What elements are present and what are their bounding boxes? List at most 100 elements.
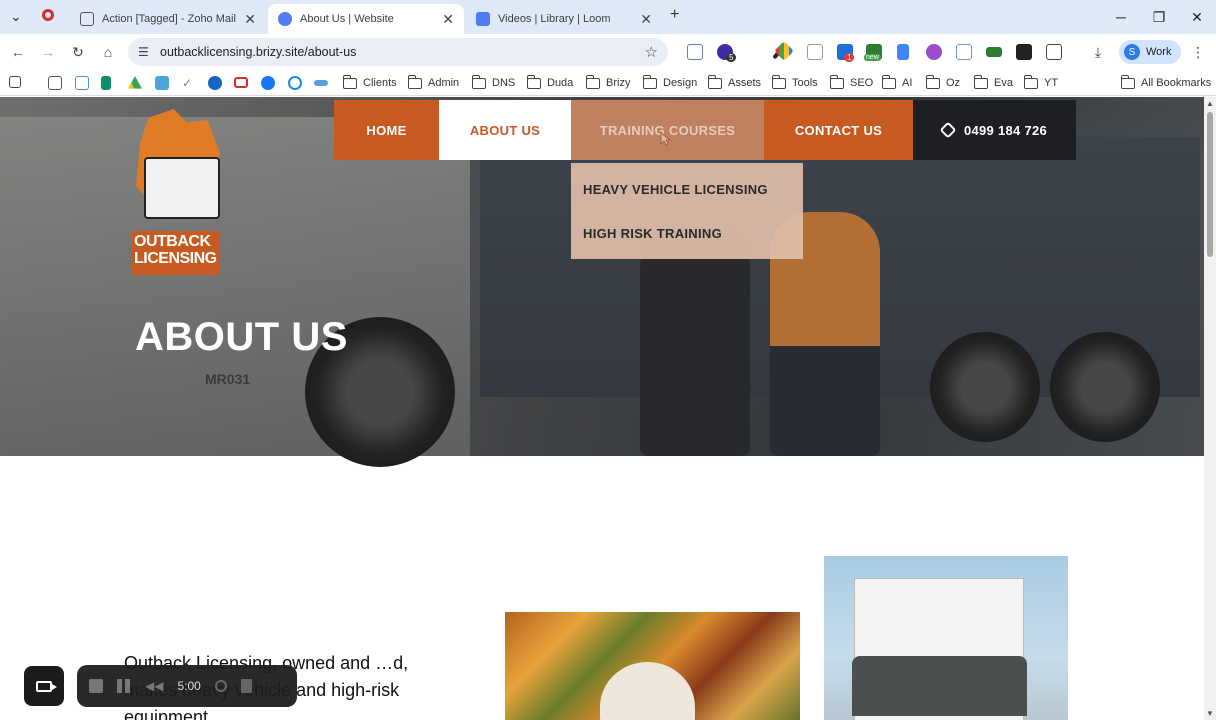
bookmark-folder-oz[interactable]: Oz <box>925 74 960 92</box>
truck-plate-text: MR031 <box>205 371 251 387</box>
close-icon[interactable]: ✕ <box>442 11 454 28</box>
bookmark-folder-admin[interactable]: Admin <box>407 74 459 92</box>
extension-dark-icon[interactable] <box>1016 44 1032 60</box>
bookmark-folder-yt[interactable]: YT <box>1023 74 1058 92</box>
bookmark-mail-icon[interactable] <box>48 76 62 90</box>
reload-icon[interactable]: ↻ <box>68 42 88 62</box>
bookmark-filter-icon[interactable] <box>101 76 111 90</box>
forward-arrow-icon[interactable]: → <box>38 42 58 62</box>
restart-icon[interactable] <box>214 680 227 692</box>
folder-icon <box>973 74 988 89</box>
rewind-icon[interactable]: ◀◀ <box>145 679 163 693</box>
training-courses-dropdown: HEAVY VEHICLE LICENSING HIGH RISK TRAINI… <box>571 163 803 259</box>
browser-menu-icon[interactable]: ⋮ <box>1188 42 1208 62</box>
home-icon[interactable]: ⌂ <box>98 42 118 62</box>
avatar: S <box>1124 44 1140 60</box>
address-bar[interactable]: ☰ outbacklicensing.brizy.site/about-us ☆ <box>128 38 668 66</box>
screenshot-icon[interactable] <box>807 44 823 60</box>
scroll-down-arrow-icon[interactable]: ▼ <box>1206 709 1214 718</box>
bookmark-folder-design[interactable]: Design <box>642 74 697 92</box>
bookmark-folder-duda[interactable]: Duda <box>526 74 573 92</box>
bookmark-wp-icon[interactable] <box>314 80 328 86</box>
extension-bw-icon[interactable] <box>986 47 1002 57</box>
extension-grid-icon[interactable] <box>956 44 972 60</box>
page-scrollbar[interactable]: ▲ ▼ <box>1204 97 1216 720</box>
extensions-puzzle-icon[interactable] <box>1046 44 1062 60</box>
bookmark-folder-assets[interactable]: Assets <box>707 74 761 92</box>
dropdown-high-risk-training[interactable]: HIGH RISK TRAINING <box>571 211 803 255</box>
facebook-icon[interactable] <box>261 76 275 90</box>
truck-windscreen <box>852 656 1027 716</box>
phone-icon <box>939 121 957 139</box>
nav-about-us[interactable]: ABOUT US <box>439 100 571 160</box>
tab-strip: ⌄ Action [Tagged] - Zoho Mail (s… ✕ Abou… <box>0 0 1216 34</box>
pause-icon[interactable] <box>117 679 131 693</box>
portrait-face <box>600 662 695 720</box>
camera-icon <box>36 680 57 692</box>
mail-icon <box>80 12 94 26</box>
extension-badge-count: 1 <box>844 53 855 62</box>
bookmark-droplet-icon[interactable] <box>208 76 222 90</box>
bookmark-folder-seo[interactable]: SEO <box>829 74 873 92</box>
nav-training-courses[interactable]: TRAINING COURSES <box>571 100 764 160</box>
gmail-icon[interactable] <box>234 77 248 88</box>
tab-about-us[interactable]: About Us | Website ✕ <box>268 4 464 34</box>
restore-icon[interactable]: ❐ <box>1140 0 1178 34</box>
apps-grid-icon[interactable] <box>9 76 21 88</box>
nav-home[interactable]: HOME <box>334 100 439 160</box>
folder-icon <box>642 74 657 89</box>
nav-phone[interactable]: 0499 184 726 <box>913 100 1076 160</box>
main-nav: HOME ABOUT US TRAINING COURSES CONTACT U… <box>334 100 1076 160</box>
tab-search-chevron-icon[interactable]: ⌄ <box>10 8 22 25</box>
loom-recording-controls: ◀◀ 5:00 <box>77 665 297 707</box>
close-icon[interactable]: ✕ <box>640 11 652 28</box>
folder-icon <box>925 74 940 89</box>
minimize-icon[interactable]: ─ <box>1102 0 1140 34</box>
bookmark-folder-eva[interactable]: Eva <box>973 74 1013 92</box>
folder-icon <box>829 74 844 89</box>
nav-contact-us[interactable]: CONTACT US <box>764 100 913 160</box>
close-icon[interactable]: ✕ <box>244 11 256 28</box>
extension-gear-purple-icon[interactable] <box>926 44 942 60</box>
profile-button[interactable]: S Work <box>1119 40 1181 64</box>
bookmark-check-icon[interactable]: ✓ <box>182 76 196 90</box>
trash-icon[interactable] <box>240 679 252 693</box>
bookmark-folder-ai[interactable]: AI <box>881 74 912 92</box>
all-bookmarks-button[interactable]: All Bookmarks <box>1120 74 1211 92</box>
back-arrow-icon[interactable]: ← <box>8 42 28 62</box>
extension-reader-icon[interactable] <box>687 44 703 60</box>
new-tab-plus-icon[interactable]: + <box>670 6 679 24</box>
logo-text-line1: OUTBACK <box>134 233 211 250</box>
bookmark-circle-icon[interactable] <box>288 76 302 90</box>
page-viewport: MR031 OUTBACK LICENSING HOME ABOUT US TR… <box>0 97 1216 720</box>
bookmark-folder-clients[interactable]: Clients <box>342 74 397 92</box>
extension-puzzle-color-icon[interactable] <box>774 41 794 61</box>
close-window-icon[interactable]: ✕ <box>1178 0 1216 34</box>
download-icon[interactable]: ⤓ <box>1088 42 1108 62</box>
loom-favicon-icon <box>476 12 490 26</box>
folder-icon <box>707 74 722 89</box>
url-text[interactable]: outbacklicensing.brizy.site/about-us <box>160 45 356 59</box>
tab-loom-library[interactable]: Videos | Library | Loom ✕ <box>466 4 662 34</box>
folder-icon <box>881 74 896 89</box>
site-logo[interactable]: OUTBACK LICENSING <box>116 109 236 275</box>
site-info-icon[interactable]: ☰ <box>138 45 152 59</box>
stop-icon[interactable] <box>89 679 103 693</box>
bookmark-tool-icon[interactable] <box>75 76 89 90</box>
scrollbar-thumb[interactable] <box>1207 112 1213 257</box>
dropdown-heavy-vehicle-licensing[interactable]: HEAVY VEHICLE LICENSING <box>571 167 803 211</box>
extension-doc-icon[interactable] <box>897 44 909 60</box>
bookmark-folder-brizy[interactable]: Brizy <box>585 74 630 92</box>
recording-indicator-icon <box>42 9 54 21</box>
google-drive-icon[interactable] <box>128 76 142 89</box>
bookmark-star-icon[interactable]: ☆ <box>645 43 658 61</box>
bookmark-folder-tools[interactable]: Tools <box>771 74 818 92</box>
folder-icon <box>1120 74 1135 89</box>
bookmark-folder-dns[interactable]: DNS <box>471 74 515 92</box>
scroll-up-arrow-icon[interactable]: ▲ <box>1206 99 1214 108</box>
bookmark-photo-icon[interactable] <box>155 76 169 90</box>
tab-zoho-mail[interactable]: Action [Tagged] - Zoho Mail (s… ✕ <box>70 4 266 34</box>
page-title: ABOUT US <box>135 315 348 359</box>
loom-camera-button[interactable] <box>24 666 64 706</box>
hero-banner: MR031 OUTBACK LICENSING HOME ABOUT US TR… <box>0 97 1204 467</box>
